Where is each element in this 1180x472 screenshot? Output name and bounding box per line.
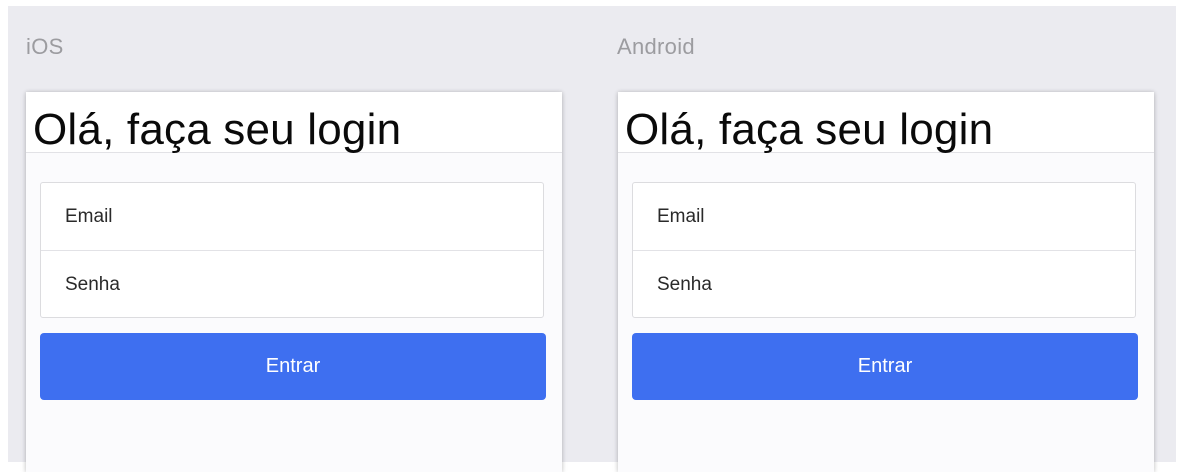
login-form <box>632 182 1136 318</box>
email-field[interactable] <box>41 183 543 250</box>
platform-label-android: Android <box>617 34 695 59</box>
email-field[interactable] <box>633 183 1135 250</box>
preview-canvas: iOS Android Olá, faça seu login Entrar O… <box>8 6 1176 472</box>
page-title: Olá, faça seu login <box>625 105 994 154</box>
header: Olá, faça seu login <box>618 92 1154 154</box>
ios-preview: Olá, faça seu login Entrar <box>26 92 562 472</box>
android-preview: Olá, faça seu login Entrar <box>618 92 1154 472</box>
login-button[interactable]: Entrar <box>632 333 1138 400</box>
login-button[interactable]: Entrar <box>40 333 546 400</box>
header: Olá, faça seu login <box>26 92 562 154</box>
password-field[interactable] <box>633 251 1135 318</box>
platform-label-ios: iOS <box>26 34 64 59</box>
password-field[interactable] <box>41 251 543 318</box>
login-form <box>40 182 544 318</box>
page-title: Olá, faça seu login <box>33 105 402 154</box>
